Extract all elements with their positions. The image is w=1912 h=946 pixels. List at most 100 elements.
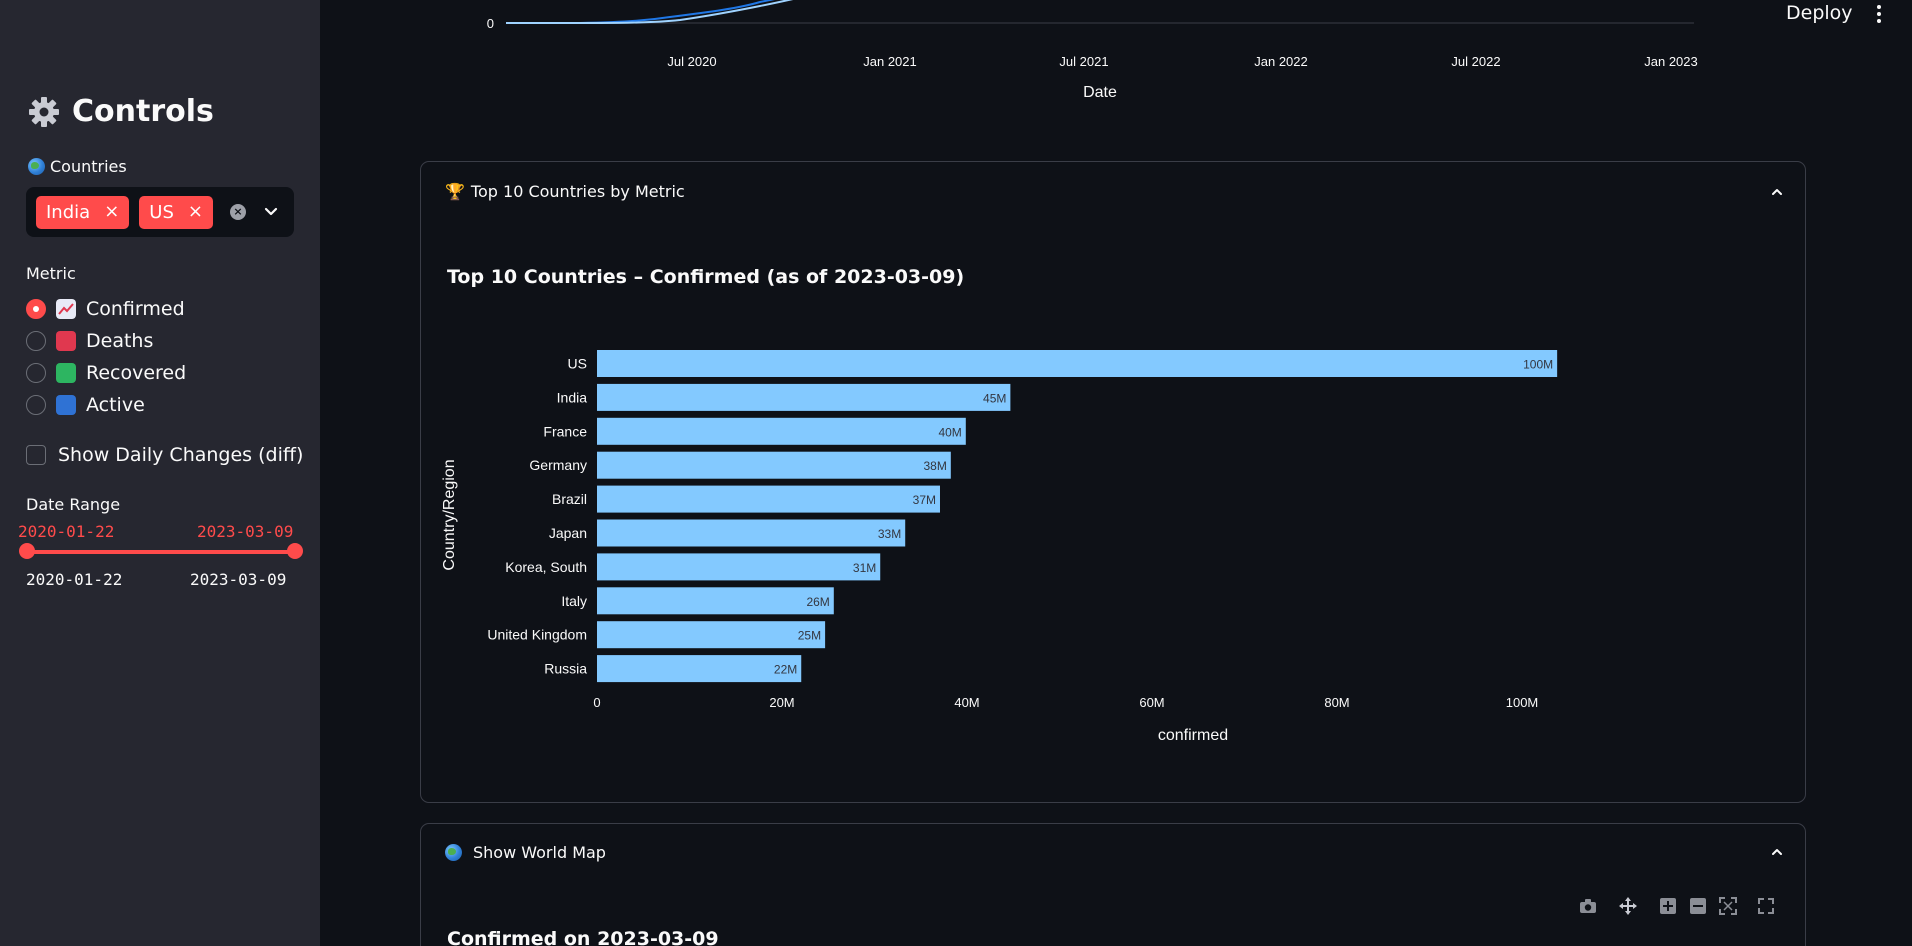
x-tick-label: 80M [1324, 695, 1349, 710]
metric-option-label: Active [86, 394, 145, 416]
category-label: United Kingdom [487, 627, 587, 643]
data-label: 100M [1523, 358, 1553, 372]
data-label: 22M [774, 663, 797, 677]
x-tick-label: 60M [1139, 695, 1164, 710]
radio-unselected[interactable] [26, 395, 46, 415]
blue-square-icon [56, 395, 76, 415]
globe-icon [28, 158, 45, 175]
radio-unselected[interactable] [26, 363, 46, 383]
green-square-icon [56, 363, 76, 383]
x-tick-label: 100M [1506, 695, 1539, 710]
timeseries-x-tick: Jan 2022 [1254, 54, 1308, 69]
top10-bar-chart: US India France Germany Brazil Japan Korea, So… [441, 350, 1558, 744]
bar-korea-south [597, 553, 881, 581]
category-label: Brazil [552, 491, 587, 507]
remove-chip-icon[interactable]: × [104, 203, 119, 221]
category-label: Germany [529, 457, 587, 473]
data-label: 37M [913, 493, 936, 507]
top10-expander: 🏆 Top 10 Countries by Metric Top 10 Coun… [420, 161, 1806, 803]
world-map-expander: Show World Map Confirmed on 2023-03-09 [420, 823, 1806, 946]
x-tick-label: 40M [954, 695, 979, 710]
bar-group [597, 350, 1558, 683]
metric-option-active[interactable]: Active [26, 394, 145, 416]
metric-option-confirmed[interactable]: Confirmed [26, 298, 185, 320]
reset-axes-icon[interactable] [1718, 896, 1738, 916]
x-tick-label: 0 [593, 695, 600, 710]
timeseries-chart: 0 Jul 2020 Jan 2021 Jul 2021 Jan 2022 Jul 20… [487, 0, 1698, 101]
metric-option-label: Deaths [86, 330, 154, 352]
slider-value-start: 2020-01-22 [18, 522, 115, 541]
chart-increasing-icon [56, 299, 76, 319]
country-chip-label: US [149, 201, 174, 223]
bar-chart-ylabel: Country/Region [441, 459, 458, 570]
bar-germany [597, 451, 951, 479]
countries-label-text: Countries [50, 157, 127, 176]
timeseries-line-us [506, 0, 776, 24]
data-label: 26M [806, 595, 829, 609]
slider-max-label: 2023-03-09 [190, 570, 287, 589]
timeseries-x-tick: Jan 2023 [1644, 54, 1698, 69]
countries-multiselect[interactable]: India × US × × [26, 187, 294, 237]
sidebar: Controls Countries India × US × × Metric [0, 0, 320, 946]
country-chip-india: India × [36, 195, 130, 229]
bar-france [597, 417, 966, 445]
country-chip-label: India [46, 201, 91, 223]
metric-label: Metric [26, 264, 76, 283]
data-label: 25M [798, 629, 821, 643]
checkbox-label: Show Daily Changes (diff) [58, 444, 304, 466]
bar-us [597, 350, 1558, 377]
data-label: 40M [938, 425, 961, 439]
timeseries-xlabel: Date [1083, 84, 1117, 101]
date-range-label: Date Range [26, 495, 121, 514]
radio-selected[interactable] [26, 299, 46, 319]
timeseries-x-tick: Jan 2021 [863, 54, 917, 69]
map-chart-title: Confirmed on 2023-03-09 [447, 928, 719, 946]
camera-icon[interactable] [1578, 896, 1598, 916]
slider-min-label: 2020-01-22 [26, 570, 123, 589]
pan-icon[interactable] [1618, 896, 1638, 916]
bar-united-kingdom [597, 621, 826, 649]
checkbox-box[interactable] [26, 445, 46, 465]
category-label: Japan [549, 525, 587, 541]
bar-russia [597, 655, 802, 683]
bar-italy [597, 587, 834, 615]
sidebar-title-text: Controls [72, 94, 214, 129]
category-label: France [543, 423, 587, 439]
chevron-up-icon[interactable] [1769, 844, 1785, 860]
gear-icon [29, 96, 59, 127]
country-chip-us: US × [139, 195, 213, 229]
data-label: 33M [878, 527, 901, 541]
bar-brazil [597, 485, 940, 513]
globe-icon [445, 844, 462, 861]
world-map-expander-header[interactable]: Show World Map [445, 843, 606, 862]
slider-thumb-end[interactable] [287, 543, 303, 559]
timeseries-x-ticks: Jul 2020 Jan 2021 Jul 2021 Jan 2022 Jul 2022… [667, 54, 1697, 69]
bar-japan [597, 519, 906, 547]
main-menu-icon[interactable] [1876, 4, 1882, 24]
slider-value-end: 2023-03-09 [197, 522, 294, 541]
category-label: India [557, 389, 588, 405]
world-map-expander-title: Show World Map [473, 843, 606, 862]
data-label: 31M [853, 561, 876, 575]
metric-option-label: Recovered [86, 362, 187, 384]
remove-chip-icon[interactable]: × [188, 203, 203, 221]
bar-india [597, 383, 1011, 411]
chevron-down-icon[interactable] [262, 202, 280, 220]
metric-option-deaths[interactable]: Deaths [26, 330, 153, 352]
data-label: 38M [923, 459, 946, 473]
timeseries-x-tick: Jul 2020 [667, 54, 716, 69]
zoom-out-icon[interactable] [1688, 896, 1708, 916]
sidebar-title: Controls [28, 94, 214, 129]
zoom-in-icon[interactable] [1658, 896, 1678, 916]
radio-unselected[interactable] [26, 331, 46, 351]
metric-option-recovered[interactable]: Recovered [26, 362, 186, 384]
clear-all-icon[interactable]: × [230, 204, 246, 220]
show-daily-changes-checkbox[interactable]: Show Daily Changes (diff) [26, 444, 303, 466]
date-range-slider-track[interactable] [26, 550, 298, 554]
fullscreen-icon[interactable] [1756, 896, 1776, 916]
data-label: 45M [983, 391, 1006, 405]
timeseries-x-tick: Jul 2021 [1059, 54, 1108, 69]
slider-thumb-start[interactable] [19, 543, 35, 559]
countries-label: Countries [28, 157, 127, 176]
deploy-button[interactable]: Deploy [1786, 2, 1853, 24]
